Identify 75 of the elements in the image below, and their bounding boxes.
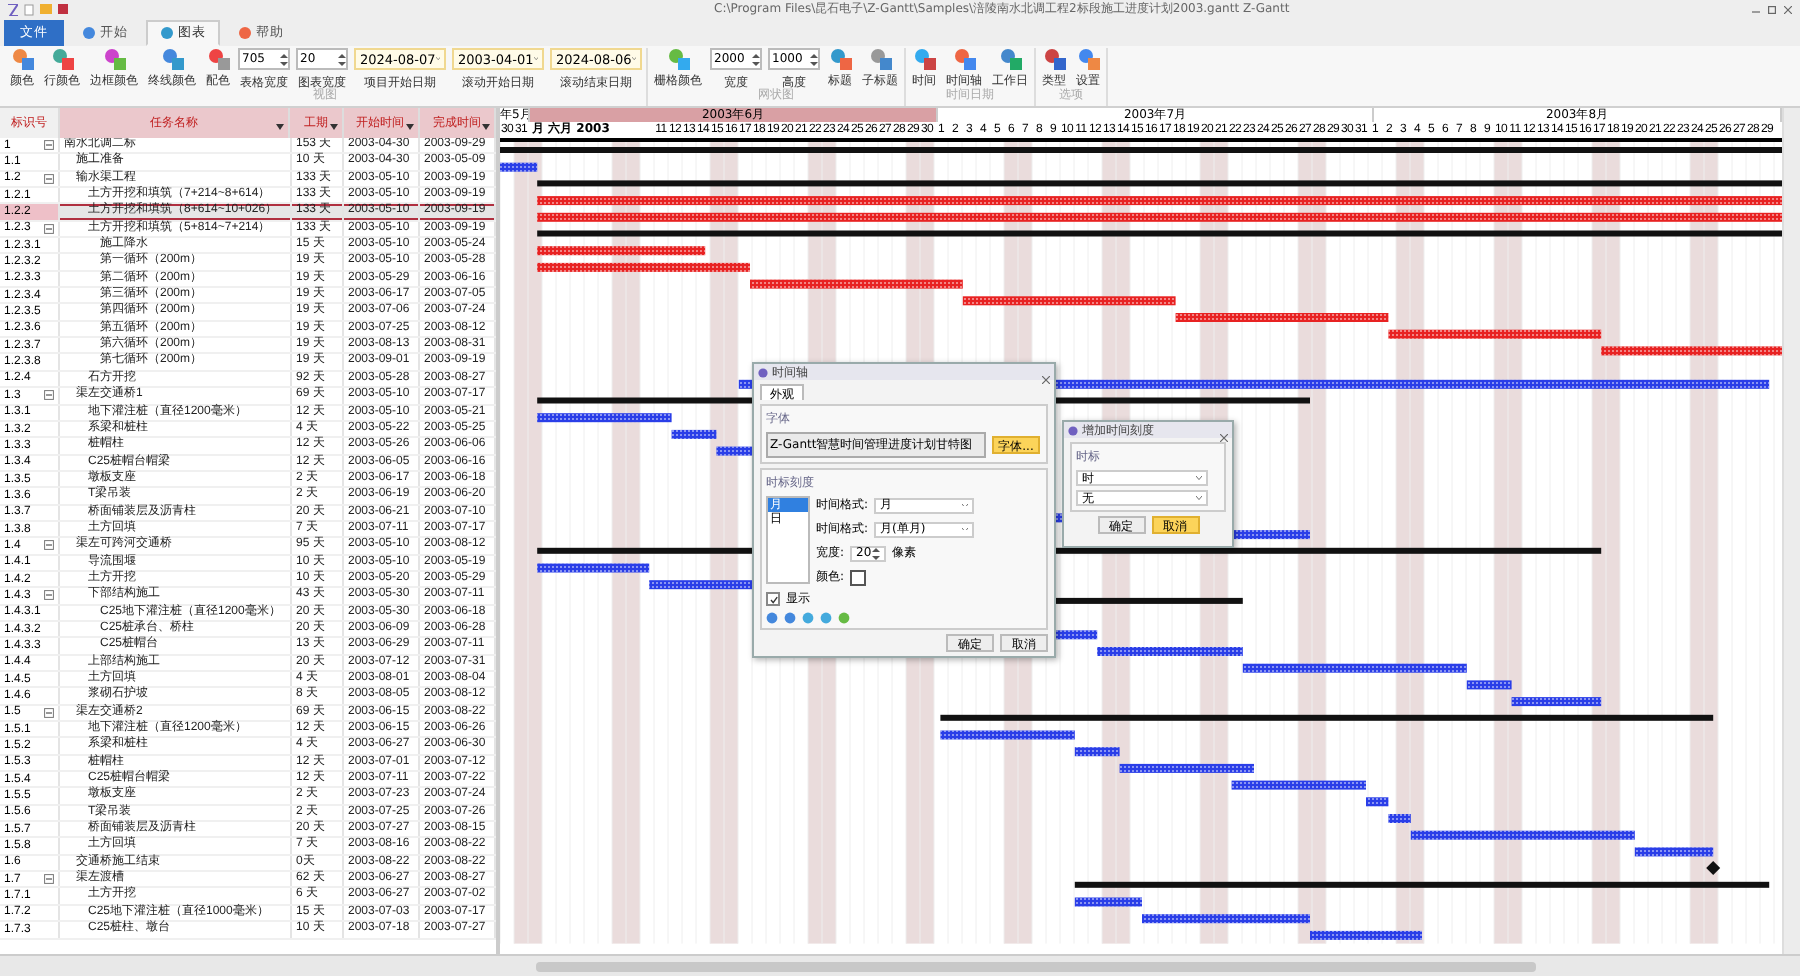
spin-arrows-icon[interactable] [872,545,881,561]
task-bar[interactable] [1634,847,1714,857]
summary-bar[interactable] [537,180,1782,187]
horizontal-scrollbar[interactable] [0,954,1800,976]
tab-icon [160,26,174,40]
collapse-toggle-icon[interactable] [44,140,54,151]
task-bar[interactable] [537,262,750,272]
caret-icon[interactable] [1196,476,1202,480]
task-bar[interactable] [500,162,538,172]
app-icon [1068,425,1078,435]
ribbon-icon [829,48,851,70]
caret-icon[interactable] [1196,496,1202,500]
collapse-toggle-icon[interactable] [44,173,54,184]
tab-icon [238,26,252,40]
show-checkbox[interactable] [766,592,780,606]
task-bar[interactable] [537,413,672,423]
task-bar[interactable] [537,563,650,573]
ribbon-icon [953,48,975,70]
task-bar[interactable] [1511,697,1602,707]
summary-bar[interactable] [940,714,1714,721]
task-bar[interactable] [671,429,717,439]
close-icon[interactable] [1220,433,1228,441]
task-bar[interactable] [1074,747,1120,757]
filter-dropdown-icon[interactable] [276,124,285,130]
maximize-icon[interactable] [1768,5,1776,13]
spin-arrows-icon[interactable] [280,51,288,67]
task-bar[interactable] [1119,763,1254,773]
minimize-icon[interactable] [1752,5,1760,13]
task-bar[interactable] [1231,530,1310,540]
ribbon-icon [999,48,1021,70]
task-bar[interactable] [1466,680,1512,690]
filter-dropdown-icon[interactable] [329,124,338,130]
summary-bar[interactable] [1074,881,1770,888]
collapse-toggle-icon[interactable] [44,223,54,234]
spin-arrows-icon[interactable] [810,51,818,67]
ribbon-icon [1077,48,1099,70]
task-bar[interactable] [537,212,1782,222]
ribbon-icon [913,48,935,70]
collapse-toggle-icon[interactable] [44,874,54,885]
task-bar[interactable] [940,730,1075,740]
collapse-toggle-icon[interactable] [44,540,54,551]
ribbon-icon [103,48,125,70]
collapse-toggle-icon[interactable] [44,390,54,401]
ribbon-icon [667,48,689,70]
spin-arrows-icon[interactable] [338,51,346,67]
vertical-scrollbar[interactable] [1782,108,1800,954]
task-bar[interactable] [1242,663,1467,673]
task-bar[interactable] [1310,930,1422,940]
ribbon-icon [869,48,891,70]
close-icon[interactable] [1042,375,1050,383]
filter-dropdown-icon[interactable] [405,124,414,130]
ribbon-icon [11,48,33,70]
milestone-icon[interactable] [1706,861,1721,876]
task-bar[interactable] [1366,797,1389,807]
filter-dropdown-icon[interactable] [481,124,490,130]
ribbon-icon [1043,48,1065,70]
task-bar[interactable] [537,196,1782,206]
collapse-toggle-icon[interactable] [44,707,54,718]
ribbon-icon [161,48,183,70]
task-bar[interactable] [1142,914,1310,924]
task-bar[interactable] [537,246,706,256]
app-icon [8,3,18,15]
spin-arrows-icon[interactable] [752,51,760,67]
task-bar[interactable] [1388,814,1411,823]
app-icon [758,367,768,377]
color-swatch[interactable] [850,569,867,585]
tab-icon [82,26,96,40]
collapse-toggle-icon[interactable] [44,590,54,601]
task-bar[interactable] [1074,897,1142,907]
task-bar[interactable] [1231,780,1366,790]
new-file-icon[interactable] [24,3,34,15]
task-bar[interactable] [1410,830,1635,840]
close-icon[interactable] [1784,5,1792,13]
ribbon-icon [51,48,73,70]
ribbon-icon [207,48,229,70]
